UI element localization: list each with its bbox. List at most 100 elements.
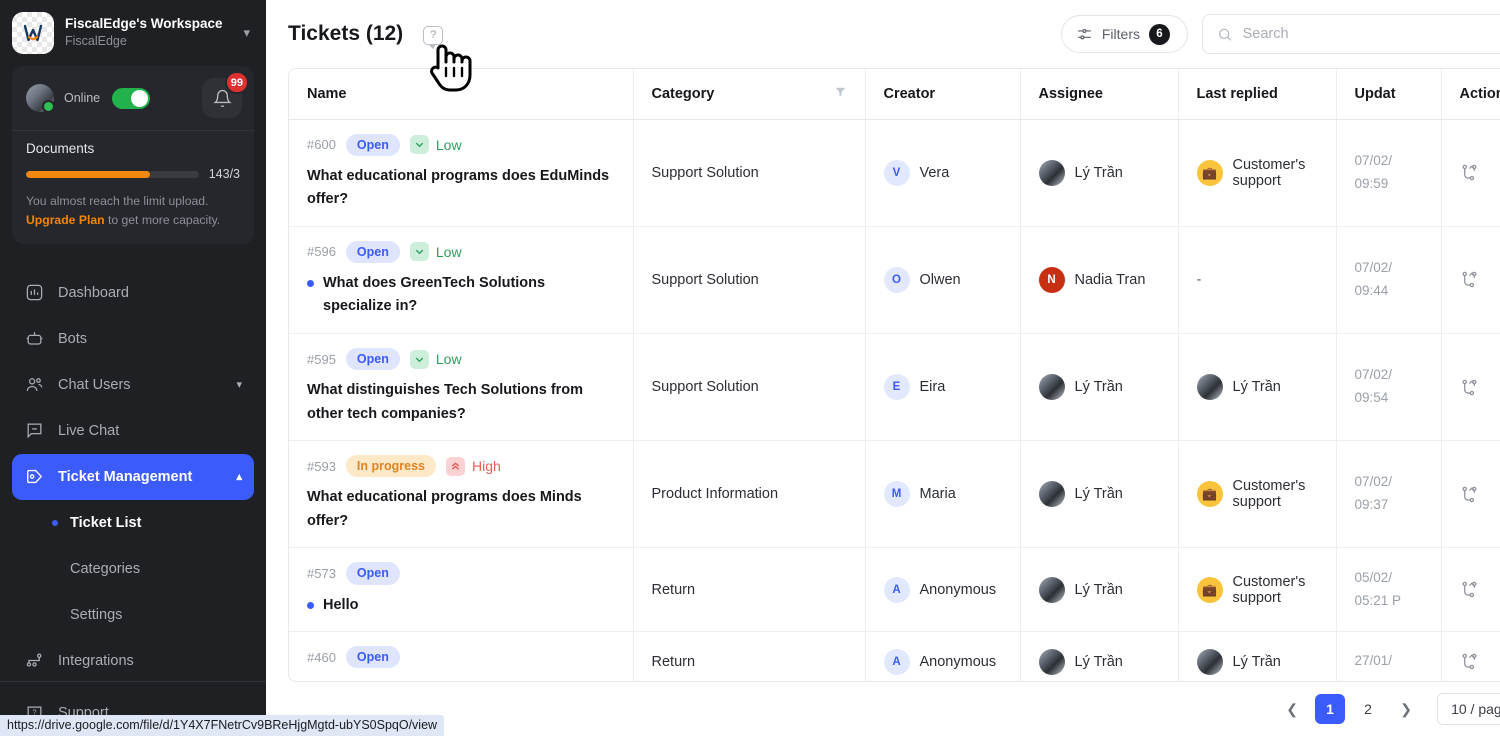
last-replied: Customer's support [1196,157,1318,189]
sidebar-item-live-chat[interactable]: Live Chat [12,408,254,454]
bullet-icon [52,612,58,618]
cell-name: #573 Open Hello [289,547,634,633]
sidebar-item-ticket-management[interactable]: Ticket Management ▴ [12,453,254,500]
column-header-actions: Actions [1441,69,1500,120]
cell-updated: 07/02/09:59 [1336,119,1442,227]
sidebar-item-bots[interactable]: Bots [12,316,254,362]
avatar: N [1038,266,1065,293]
creator-name: Eira [919,379,946,396]
sidebar-item-chat-users[interactable]: Chat Users ▾ [12,362,254,408]
sidebar-item-ticket-list[interactable]: Ticket List [12,500,254,546]
merge-icon[interactable] [1460,580,1479,599]
pagination-page-1[interactable]: 1 [1315,694,1346,724]
sidebar-item-dashboard[interactable]: Dashboard [12,270,254,316]
cell-creator: O Olwen [865,226,1021,334]
ticket-title-text: What educational programs does Minds off… [307,489,582,529]
search-box[interactable] [1202,14,1500,54]
question-tooltip-icon[interactable]: ? [423,25,444,49]
merge-icon[interactable] [1460,652,1479,671]
workspace-logo [12,12,54,54]
filter-funnel-icon[interactable] [834,85,847,102]
integrations-icon [24,651,44,671]
ticket-title[interactable]: What distinguishes Tech Solutions from o… [307,379,615,426]
cell-assignee: Lý Trần [1020,547,1179,633]
ticket-title-text: What educational programs does EduMinds … [307,167,610,208]
column-header-category-label: Category [651,85,715,102]
cell-creator: A Anonymous [865,631,1021,681]
search-input[interactable] [1242,26,1500,42]
avatar: M [883,481,910,508]
documents-count: 143/3 [208,167,240,181]
ticket-title[interactable]: What educational programs does EduMinds … [307,165,615,212]
per-page-select[interactable]: 10 / page ▾ [1437,693,1500,725]
column-header-updated[interactable]: Updat [1336,69,1442,120]
row-actions [1460,652,1500,671]
merge-icon[interactable] [1460,485,1479,504]
filters-button[interactable]: Filters 6 [1060,15,1188,53]
notification-badge: 99 [224,71,249,94]
last-replied-name: Lý Trần [1232,653,1281,670]
pagination-next[interactable]: ❯ [1391,694,1421,724]
cell-category: Return [633,547,866,633]
sidebar-item-settings[interactable]: Settings [12,592,254,638]
merge-icon[interactable] [1460,378,1479,397]
ticket-title[interactable]: Hello [307,594,615,617]
table-row[interactable]: #600 Open Low What educational programs doe… [289,119,1500,227]
documents-note-line2: to get more capacity. [104,212,221,227]
merge-icon[interactable] [1460,270,1479,289]
page-title: Tickets (12) [288,22,404,45]
sidebar-item-integrations[interactable]: Integrations [12,638,254,681]
workspace-switcher[interactable]: FiscalEdge's Workspace FiscalEdge ▾ [0,0,266,64]
ticket-meta: #573 Open [307,562,615,585]
column-header-creator[interactable]: Creator [865,69,1021,120]
documents-note: You almost reach the limit upload. Upgra… [26,192,240,230]
column-header-last-replied[interactable]: Last replied [1178,69,1337,120]
table-row[interactable]: #596 Open Low What does GreenTech Solutions… [289,226,1500,334]
ticket-title-text: What does GreenTech Solutions specialize… [323,274,546,315]
column-header-name[interactable]: Name [289,69,634,120]
documents-title: Documents [26,141,95,156]
chevron-down-icon[interactable]: ▾ [236,378,242,391]
chevron-down-icon[interactable]: ▾ [241,25,252,41]
pagination-page-2[interactable]: 2 [1353,694,1383,724]
cell-last-replied: Lý Trần [1178,333,1337,442]
notifications-button[interactable]: 99 [202,71,249,118]
avatar [1038,576,1065,603]
cell-assignee: Lý Trần [1020,333,1179,442]
column-header-category[interactable]: Category [633,69,866,120]
status-card: Online 99 Documents 143/3 You almost rea… [12,66,254,244]
status-badge: In progress [345,455,436,478]
status-badge: Open [345,646,400,669]
presence-toggle[interactable] [112,87,151,109]
filters-count-badge: 6 [1149,23,1170,45]
row-actions [1460,270,1500,289]
cell-category: Support Solution [633,226,866,334]
unread-dot [307,601,314,609]
column-header-assignee[interactable]: Assignee [1020,69,1179,120]
ticket-title[interactable]: What does GreenTech Solutions specialize… [307,272,615,319]
table-header-row: Name Category Creator Assignee Last repl… [289,69,1500,120]
last-replied: Lý Trần [1196,374,1318,401]
merge-icon[interactable] [1460,163,1479,182]
cell-actions [1441,547,1500,633]
assignee-name: Lý Trần [1074,164,1123,181]
table-row[interactable]: #460 Open Return A Anonymous Lý Trần Lý Trần 27… [289,631,1500,681]
cell-updated: 07/02/09:44 [1336,226,1442,334]
creator-name: Anonymous [919,653,997,670]
chevron-up-icon[interactable]: ▴ [236,470,242,483]
table-row[interactable]: #573 Open Hello Return A Anonymous Lý Trần Cust… [289,547,1500,633]
avatar [1038,159,1065,186]
workspace-subtitle: FiscalEdge [65,34,127,49]
ticket-title[interactable]: What educational programs does Minds off… [307,486,615,533]
workspace-title: FiscalEdge's Workspace [65,16,223,32]
avatar [1196,159,1223,186]
double-chevron-up-icon [446,456,465,476]
creator-name: Maria [919,486,956,503]
table-row[interactable]: #595 Open Low What distinguishes Tech Solut… [289,333,1500,442]
pagination-prev[interactable]: ❮ [1277,694,1307,724]
ticket-id: #593 [307,458,336,474]
sidebar-item-categories[interactable]: Categories [12,546,254,592]
table-row[interactable]: #593 In progress High What educational prog… [289,440,1500,549]
upgrade-plan-link[interactable]: Upgrade Plan [26,213,105,227]
presence-row: Online 99 [12,66,254,131]
